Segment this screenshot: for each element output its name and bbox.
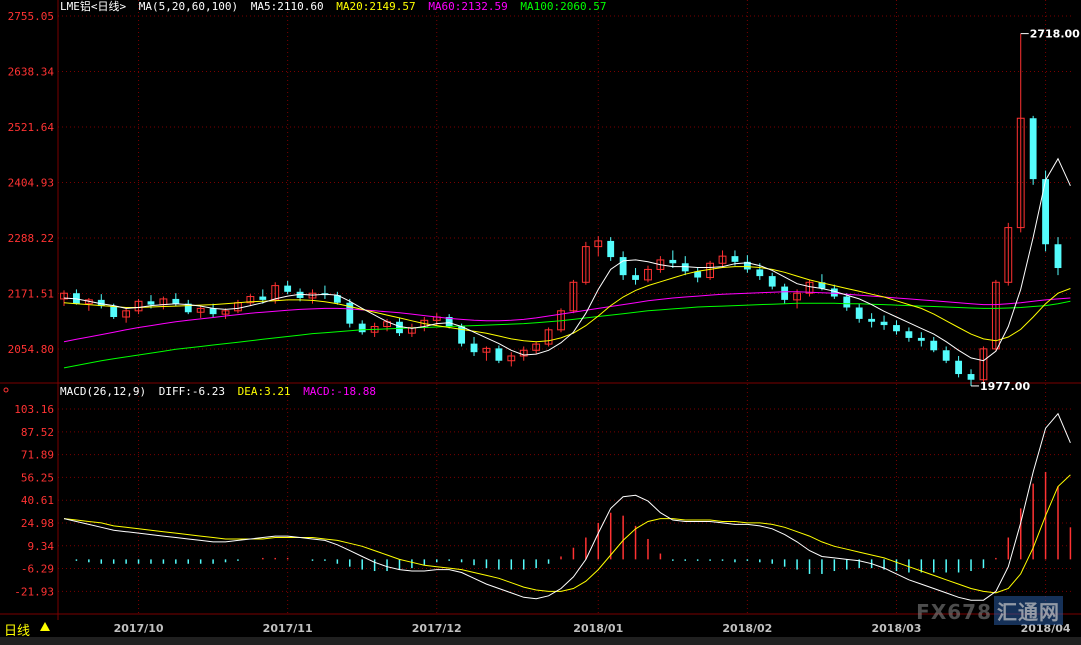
candle-down	[172, 298, 180, 304]
date-tick-label: 2018/01	[573, 622, 623, 635]
candle-down	[843, 296, 851, 308]
candle-down	[358, 323, 366, 333]
candle-down	[893, 325, 900, 332]
ma-params-label: MA(5,20,60,100)	[138, 0, 239, 13]
fx678-watermark: FX678 汇通网	[916, 596, 1063, 625]
candle-down	[209, 308, 217, 315]
macd-tick-label: 71.89	[21, 449, 54, 462]
candle-down	[619, 257, 627, 276]
candle-down	[855, 307, 863, 319]
candle-down	[731, 256, 739, 262]
high-annotation: 2718.00	[1030, 28, 1080, 41]
candle-down	[781, 286, 789, 300]
bottom-toolbar	[0, 637, 1081, 645]
price-tick-label: 2638.34	[8, 65, 55, 78]
period-label: <日线>	[90, 0, 127, 13]
price-tick-label: 2521.64	[8, 121, 55, 134]
ma60-value: MA60:2132.59	[428, 0, 508, 13]
candle-down	[470, 343, 478, 353]
candle-down	[917, 337, 925, 341]
macd-tick-label: 87.52	[21, 426, 54, 439]
candle-down	[607, 240, 615, 258]
macd-tick-label: 24.98	[21, 517, 54, 530]
candle-down	[681, 263, 689, 272]
price-tick-label: 2054.80	[8, 343, 54, 356]
date-tick-label: 2017/10	[114, 622, 164, 635]
price-tick-label: 2404.93	[8, 176, 54, 189]
macd-header: MACD(26,12,9) DIFF:-6.23 DEA:3.21 MACD:-…	[60, 385, 382, 399]
macd-tick-label: -21.93	[14, 585, 54, 598]
candle-down	[942, 350, 950, 361]
candle-down	[868, 318, 876, 322]
macd-tick-label: 40.61	[21, 494, 54, 507]
macd-tick-label: 103.16	[14, 403, 54, 416]
date-tick-label: 2018/02	[722, 622, 772, 635]
date-tick-label: 2017/11	[263, 622, 313, 635]
diff-value: DIFF:-6.23	[158, 385, 225, 398]
lme-aluminum-chart: 2755.05 2638.34 2521.64 2404.93 2288.22 2171.…	[0, 0, 1081, 635]
panel-marker-icon	[3, 387, 9, 393]
diff-line	[63, 412, 1071, 601]
price-tick-label: 2755.05	[8, 10, 54, 23]
watermark-text: FX678	[916, 600, 992, 624]
macd-tick-label: -6.29	[21, 563, 54, 576]
candle-down	[632, 275, 639, 280]
candle-down	[396, 321, 403, 334]
low-annotation: 1977.00	[980, 380, 1030, 393]
candle-down	[967, 374, 975, 380]
candle-down	[669, 259, 677, 264]
candle-down	[259, 296, 267, 300]
macd-tick-label: 56.25	[21, 471, 54, 484]
candle-down	[955, 360, 963, 375]
dea-value: DEA:3.21	[237, 385, 291, 398]
ma20-line	[63, 266, 1071, 343]
macd-params-label: MACD(26,12,9)	[60, 385, 147, 398]
macd-tick-label: 9.34	[28, 540, 55, 553]
ma5-value: MA5:2110.60	[250, 0, 324, 13]
candle-down	[905, 331, 913, 338]
candle-down	[1054, 244, 1062, 269]
price-tick-label: 2171.51	[8, 287, 54, 300]
watermark-box: 汇通网	[994, 596, 1063, 625]
period-dropdown-icon[interactable]	[40, 622, 50, 631]
macd-value: MACD:-18.88	[303, 385, 377, 398]
ma5-line	[63, 157, 1071, 362]
ma20-value: MA20:2149.57	[336, 0, 416, 13]
candle-down	[756, 269, 764, 277]
symbol-label: LME铝	[60, 0, 91, 13]
dea-line	[63, 474, 1071, 594]
candle-down	[110, 306, 118, 317]
price-tick-label: 2288.22	[8, 232, 54, 245]
candle-down	[1029, 118, 1037, 180]
candle-down	[768, 276, 776, 287]
ma100-value: MA100:2060.57	[520, 0, 607, 13]
date-tick-label: 2017/12	[412, 622, 462, 635]
candle-down	[930, 340, 938, 351]
ma60-line	[63, 291, 1071, 343]
candle-down	[147, 301, 155, 305]
candle-down	[495, 348, 503, 361]
price-chart-header: LME铝<日线> MA(5,20,60,100) MA5:2110.60 MA2…	[60, 0, 613, 14]
date-tick-label: 2018/03	[871, 622, 921, 635]
candle-down	[880, 321, 888, 326]
candle-down	[284, 285, 292, 292]
